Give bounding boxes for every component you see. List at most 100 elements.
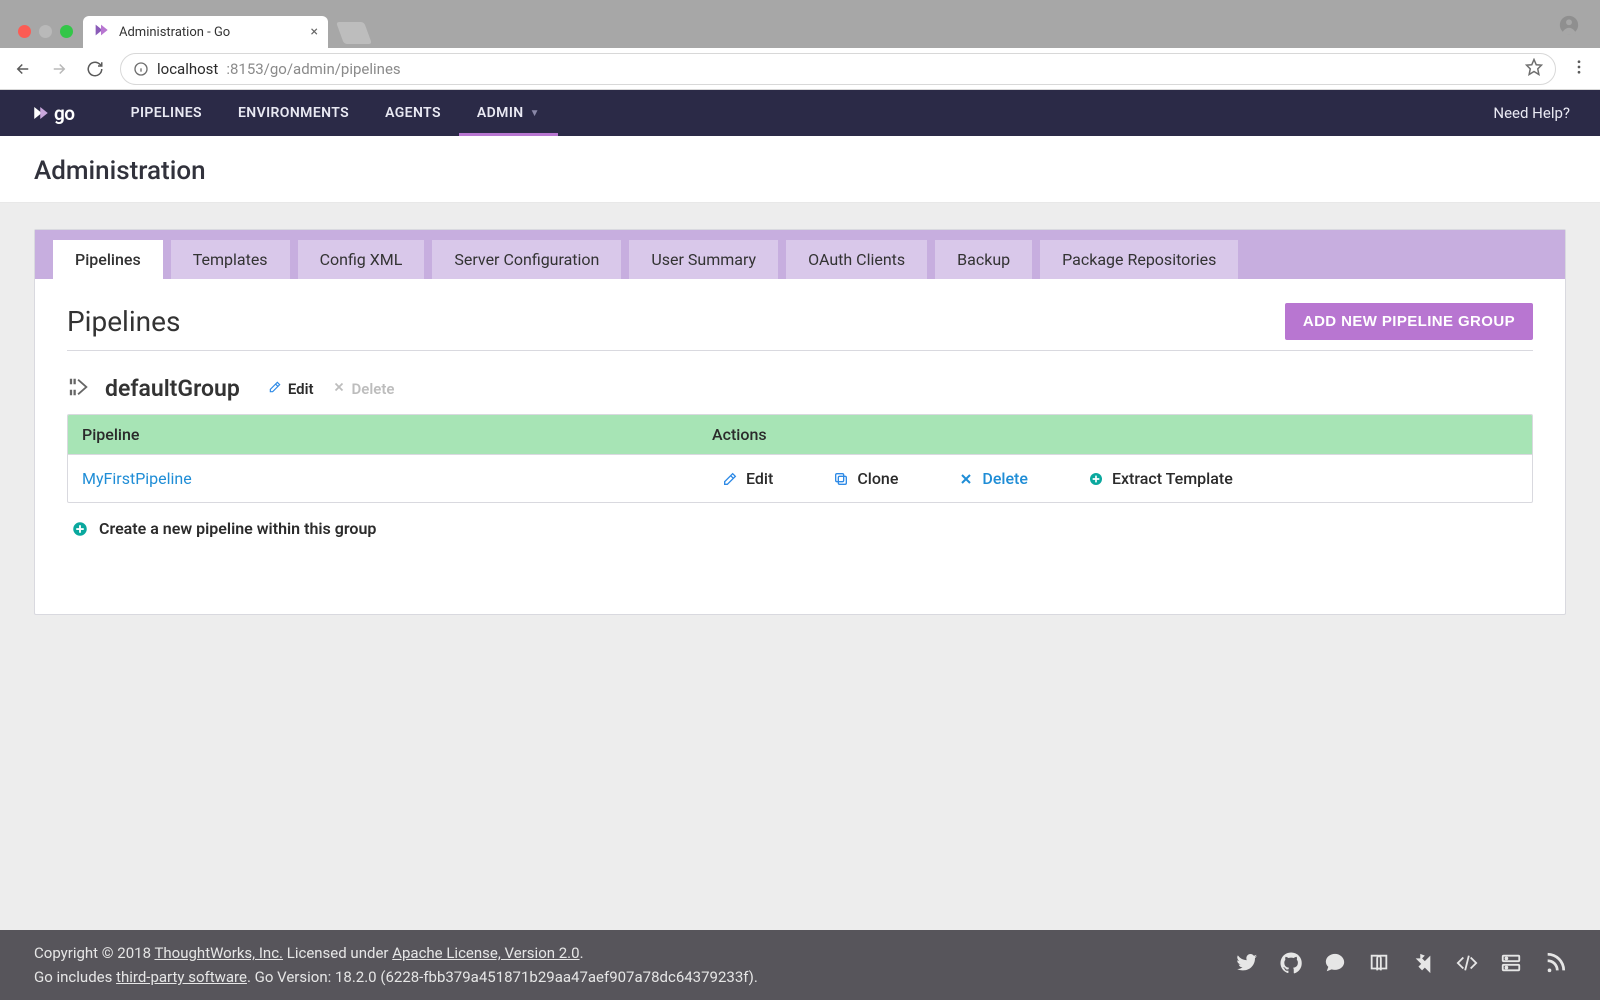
favicon-icon (93, 22, 109, 42)
nav-forward-icon (48, 60, 70, 78)
nav-admin[interactable]: ADMIN ▼ (459, 90, 558, 136)
browser-tabstrip: Administration - Go × (0, 10, 1600, 48)
col-actions-header: Actions (712, 425, 767, 444)
tab-templates[interactable]: Templates (171, 240, 290, 279)
tab-server-config[interactable]: Server Configuration (432, 240, 621, 279)
chrome-menu-icon[interactable] (1570, 58, 1588, 80)
copy-icon (833, 471, 849, 487)
footer-licensed-under: Licensed under (283, 944, 392, 962)
admin-tabs: Pipelines Templates Config XML Server Co… (35, 230, 1565, 279)
plugin-icon[interactable] (1412, 952, 1434, 978)
panel-body: Pipelines ADD NEW PIPELINE GROUP default… (35, 279, 1565, 614)
chrome-profile-icon[interactable] (1558, 14, 1580, 48)
page-title-bar: Administration (0, 136, 1600, 203)
browser-toolbar: localhost :8153/go/admin/pipelines (0, 48, 1600, 90)
footer-version: . Go Version: 18.2.0 (6228-fbb379a451871… (247, 968, 758, 986)
table-header: Pipeline Actions (68, 415, 1532, 454)
col-pipeline-header: Pipeline (82, 425, 712, 444)
nav-links: PIPELINES ENVIRONMENTS AGENTS ADMIN ▼ (113, 90, 558, 136)
url-path: :8153/go/admin/pipelines (226, 60, 400, 78)
chat-icon[interactable] (1324, 952, 1346, 978)
create-pipeline-label: Create a new pipeline within this group (99, 519, 376, 538)
url-bar[interactable]: localhost :8153/go/admin/pipelines (120, 53, 1556, 85)
page-title: Administration (34, 156, 1566, 186)
pipeline-group-icon (67, 376, 91, 402)
close-icon (332, 380, 346, 398)
nav-environments[interactable]: ENVIRONMENTS (220, 90, 367, 136)
footer-thirdparty-link[interactable]: third-party software (116, 968, 247, 986)
footer-icons (1236, 952, 1566, 978)
tab-close-icon[interactable]: × (311, 24, 318, 40)
footer-thoughtworks-link[interactable]: ThoughtWorks, Inc. (154, 944, 283, 962)
pipeline-group-header: defaultGroup Edit Delete (67, 369, 1533, 414)
tab-user-summary[interactable]: User Summary (629, 240, 778, 279)
plus-circle-icon (71, 520, 89, 538)
go-logo-text: go (54, 102, 75, 125)
tab-config-xml[interactable]: Config XML (298, 240, 425, 279)
pipeline-table: Pipeline Actions MyFirstPipeline Edit (67, 414, 1533, 503)
add-pipeline-group-button[interactable]: ADD NEW PIPELINE GROUP (1285, 303, 1533, 340)
pipeline-delete-action[interactable]: Delete (958, 469, 1028, 488)
window-traffic-lights (12, 25, 83, 48)
github-icon[interactable] (1280, 952, 1302, 978)
browser-tab[interactable]: Administration - Go × (83, 16, 328, 48)
pipeline-extract-label: Extract Template (1112, 469, 1233, 488)
nav-agents[interactable]: AGENTS (367, 90, 459, 136)
nav-pipelines[interactable]: PIPELINES (113, 90, 220, 136)
nav-admin-label: ADMIN (477, 105, 524, 121)
go-logo[interactable]: go (32, 90, 75, 136)
table-row: MyFirstPipeline Edit Clone (68, 454, 1532, 502)
pipeline-group-name: defaultGroup (105, 375, 240, 402)
pipeline-link[interactable]: MyFirstPipeline (82, 469, 192, 488)
rss-icon[interactable] (1544, 952, 1566, 978)
footer-copyright-prefix: Copyright © 2018 (34, 944, 154, 962)
pipeline-extract-action[interactable]: Extract Template (1088, 469, 1233, 488)
plus-circle-icon (1088, 471, 1104, 487)
code-icon[interactable] (1456, 952, 1478, 978)
footer-apache-link[interactable]: Apache License, Version 2.0 (392, 944, 579, 962)
nav-back-icon[interactable] (12, 60, 34, 78)
nav-help-link[interactable]: Need Help? (1463, 90, 1600, 136)
tab-pipelines[interactable]: Pipelines (53, 240, 163, 279)
section-header: Pipelines ADD NEW PIPELINE GROUP (67, 303, 1533, 351)
new-tab-button[interactable] (336, 22, 372, 44)
nav-reload-icon[interactable] (84, 60, 106, 78)
admin-panel: Pipelines Templates Config XML Server Co… (34, 229, 1566, 615)
tab-backup[interactable]: Backup (935, 240, 1032, 279)
pipeline-clone-label: Clone (857, 469, 898, 488)
group-edit-action[interactable]: Edit (268, 380, 314, 398)
pipeline-edit-label: Edit (746, 469, 773, 488)
row-actions: Edit Clone Delete Extract Template (722, 469, 1518, 488)
edit-icon (722, 471, 738, 487)
tab-oauth-clients[interactable]: OAuth Clients (786, 240, 927, 279)
app-footer: Copyright © 2018 ThoughtWorks, Inc. Lice… (0, 930, 1600, 1000)
footer-go-includes: Go includes (34, 968, 116, 986)
content-area: Pipelines Templates Config XML Server Co… (0, 203, 1600, 641)
pipeline-edit-action[interactable]: Edit (722, 469, 773, 488)
pipeline-delete-label: Delete (982, 469, 1028, 488)
pipeline-clone-action[interactable]: Clone (833, 469, 898, 488)
window-zoom-dot[interactable] (60, 25, 73, 38)
browser-tab-title: Administration - Go (119, 25, 301, 40)
book-icon[interactable] (1368, 952, 1390, 978)
close-icon (958, 471, 974, 487)
edit-icon (268, 380, 282, 398)
server-icon[interactable] (1500, 952, 1522, 978)
url-host: localhost (157, 60, 218, 78)
site-info-icon[interactable] (133, 61, 149, 77)
tab-package-repos[interactable]: Package Repositories (1040, 240, 1238, 279)
twitter-icon[interactable] (1236, 952, 1258, 978)
window-minimize-dot[interactable] (39, 25, 52, 38)
bookmark-star-icon[interactable] (1525, 58, 1543, 80)
window-close-dot[interactable] (18, 25, 31, 38)
create-pipeline-link[interactable]: Create a new pipeline within this group (67, 503, 1533, 554)
app-nav: go PIPELINES ENVIRONMENTS AGENTS ADMIN ▼… (0, 90, 1600, 136)
group-actions: Edit Delete (268, 380, 395, 398)
group-edit-label: Edit (288, 380, 314, 398)
group-delete-action: Delete (332, 380, 395, 398)
group-delete-label: Delete (352, 380, 395, 398)
section-heading: Pipelines (67, 305, 180, 338)
window-titlebar (0, 0, 1600, 10)
chevron-down-icon: ▼ (530, 108, 540, 119)
footer-period: . (580, 944, 584, 962)
